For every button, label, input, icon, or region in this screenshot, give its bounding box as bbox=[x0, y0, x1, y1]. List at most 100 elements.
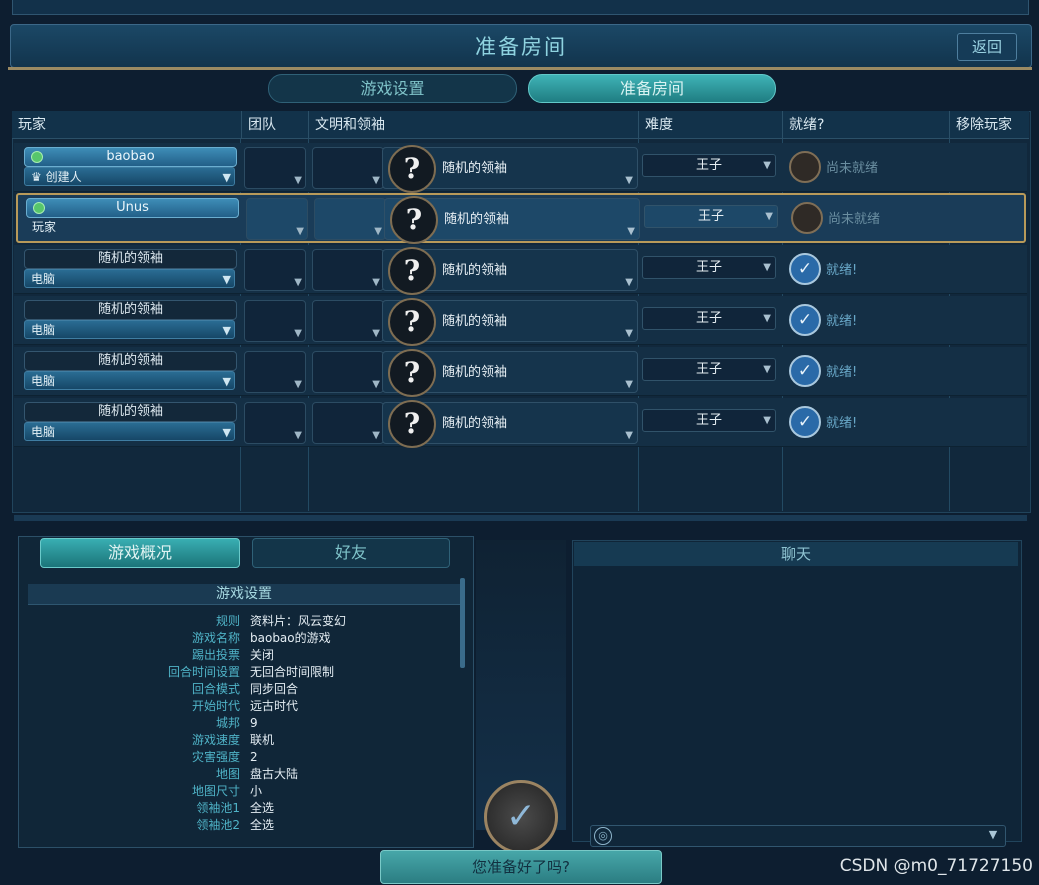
difficulty-dropdown[interactable]: 王子 ▼ bbox=[642, 409, 776, 432]
player-name: 随机的领袖 bbox=[24, 249, 237, 269]
page-title: 准备房间 bbox=[475, 35, 567, 59]
chat-input[interactable] bbox=[590, 825, 1006, 847]
civ-dropdown[interactable]: ▼ bbox=[312, 300, 384, 342]
tab-game-overview[interactable]: 游戏概况 bbox=[40, 538, 240, 568]
player-name: baobao bbox=[24, 147, 237, 167]
difficulty-dropdown[interactable]: 王子 ▼ bbox=[642, 307, 776, 330]
player-slot[interactable]: 随机的领袖 电脑 ▼ bbox=[24, 249, 237, 289]
watermark: CSDN @m0_71727150 bbox=[839, 856, 1033, 876]
player-role: 玩家 bbox=[32, 220, 57, 234]
team-dropdown[interactable]: ▼ bbox=[244, 300, 306, 342]
check-icon[interactable]: ✓ bbox=[789, 355, 821, 387]
player-row-self: Unus 玩家 ▼ ▼ ▼ ? 随机的领袖 王子 ▼ 尚未就绪 bbox=[16, 193, 1026, 244]
question-icon: ? bbox=[388, 349, 436, 397]
ready-prompt: 您准备好了吗? bbox=[380, 850, 662, 884]
chevron-down-icon: ▼ bbox=[763, 262, 771, 273]
difficulty-dropdown[interactable]: 王子 ▼ bbox=[642, 154, 776, 177]
chevron-down-icon: ▼ bbox=[222, 171, 231, 184]
player-type-dropdown[interactable]: 电脑 ▼ bbox=[24, 269, 235, 288]
chevron-down-icon: ▼ bbox=[372, 328, 380, 339]
header-difficulty: 难度 bbox=[639, 111, 783, 139]
ready-status: 就绪! bbox=[826, 365, 858, 380]
chevron-down-icon: ▼ bbox=[294, 430, 302, 441]
chevron-down-icon: ▼ bbox=[222, 375, 231, 388]
team-dropdown[interactable]: ▼ bbox=[246, 198, 308, 240]
chevron-down-icon: ▼ bbox=[372, 175, 380, 186]
tab-friends[interactable]: 好友 bbox=[252, 538, 450, 568]
chevron-down-icon: ▼ bbox=[763, 415, 771, 426]
team-dropdown[interactable]: ▼ bbox=[244, 147, 306, 189]
status-led-icon bbox=[33, 202, 45, 214]
chevron-down-icon: ▼ bbox=[372, 379, 380, 390]
player-type-dropdown[interactable]: 电脑 ▼ bbox=[24, 371, 235, 390]
ready-status: 尚未就绪 bbox=[826, 161, 879, 176]
check-icon[interactable]: ✓ bbox=[789, 304, 821, 336]
chat-panel bbox=[572, 540, 1022, 842]
player-row: 随机的领袖 电脑 ▼ ▼ ▼ ▼ ? 随机的领袖 王子 ▼ ✓ 就绪! bbox=[14, 245, 1027, 295]
setting-row: 游戏速度 联机 bbox=[191, 733, 275, 747]
ready-status: 尚未就绪 bbox=[828, 212, 881, 227]
team-dropdown[interactable]: ▼ bbox=[244, 351, 306, 393]
chevron-down-icon: ▼ bbox=[763, 160, 771, 171]
player-name: 随机的领袖 bbox=[24, 402, 237, 422]
civ-dropdown[interactable]: ▼ bbox=[314, 198, 386, 240]
chevron-down-icon: ▼ bbox=[296, 226, 304, 237]
chat-title: 聊天 bbox=[574, 542, 1018, 566]
player-slot[interactable]: baobao ♛ 创建人 ▼ bbox=[24, 147, 237, 187]
settings-scrollbar[interactable] bbox=[460, 578, 465, 668]
player-row: baobao ♛ 创建人 ▼ ▼ ▼ ▼ ? 随机的领袖 王子 ▼ 尚未就绪 bbox=[14, 143, 1027, 193]
leader-name: 随机的领袖 bbox=[442, 416, 508, 431]
player-name: 随机的领袖 bbox=[24, 351, 237, 371]
header-remove-player: 移除玩家 bbox=[950, 111, 1029, 139]
ready-toggle[interactable] bbox=[791, 202, 823, 234]
setting-row: 踢出投票 关闭 bbox=[191, 648, 275, 662]
chevron-down-icon: ▼ bbox=[763, 313, 771, 324]
chevron-down-icon: ▼ bbox=[294, 175, 302, 186]
setting-row: 地图尺寸小 bbox=[191, 784, 263, 798]
ready-status: 就绪! bbox=[826, 314, 858, 329]
player-type-dropdown[interactable]: 电脑 ▼ bbox=[24, 422, 235, 441]
leader-name: 随机的领袖 bbox=[442, 161, 508, 176]
setting-row: 城邦 9 bbox=[215, 716, 258, 730]
tab-staging-room[interactable]: 准备房间 bbox=[528, 74, 776, 103]
globe-icon[interactable]: ◎ bbox=[594, 827, 612, 845]
question-icon: ? bbox=[388, 400, 436, 448]
civ-dropdown[interactable]: ▼ bbox=[312, 351, 384, 393]
civ-dropdown[interactable]: ▼ bbox=[312, 249, 384, 291]
setting-row: 回合时间设置 无回合时间限制 bbox=[167, 665, 335, 679]
player-slot[interactable]: 随机的领袖 电脑 ▼ bbox=[24, 300, 237, 340]
setting-row: 领袖池1 全选 bbox=[196, 801, 275, 815]
player-slot[interactable]: 随机的领袖 电脑 ▼ bbox=[24, 351, 237, 391]
header-civ-leader: 文明和领袖 bbox=[309, 111, 639, 139]
chevron-down-icon: ▼ bbox=[294, 277, 302, 288]
check-icon[interactable]: ✓ bbox=[789, 406, 821, 438]
player-slot[interactable]: 随机的领袖 电脑 ▼ bbox=[24, 402, 237, 442]
difficulty-dropdown[interactable]: 王子 ▼ bbox=[642, 358, 776, 381]
chevron-down-icon: ▼ bbox=[372, 277, 380, 288]
chevron-down-icon: ▼ bbox=[625, 328, 633, 339]
setting-row: 游戏名称 baobao的游戏 bbox=[191, 631, 331, 645]
player-type-dropdown[interactable]: 电脑 ▼ bbox=[24, 320, 235, 339]
chevron-down-icon: ▼ bbox=[222, 426, 231, 439]
ready-button[interactable]: ✓ bbox=[484, 780, 558, 854]
difficulty-dropdown[interactable]: 王子 ▼ bbox=[642, 256, 776, 279]
tab-game-settings[interactable]: 游戏设置 bbox=[268, 74, 517, 103]
settings-title: 游戏设置 bbox=[28, 584, 460, 605]
team-dropdown[interactable]: ▼ bbox=[244, 402, 306, 444]
header-team: 团队 bbox=[242, 111, 309, 139]
team-dropdown[interactable]: ▼ bbox=[244, 249, 306, 291]
chevron-down-icon[interactable]: ▼ bbox=[984, 826, 1002, 844]
player-slot[interactable]: Unus 玩家 bbox=[26, 198, 239, 238]
difficulty-dropdown[interactable]: 王子 ▼ bbox=[644, 205, 778, 228]
section-divider bbox=[14, 515, 1027, 521]
player-role-dropdown[interactable]: ♛ 创建人 ▼ bbox=[24, 167, 235, 186]
header-ready: 就绪? bbox=[783, 111, 950, 139]
check-icon[interactable]: ✓ bbox=[789, 253, 821, 285]
back-button[interactable]: 返回 bbox=[957, 33, 1017, 61]
chevron-down-icon: ▼ bbox=[374, 226, 382, 237]
ready-toggle[interactable] bbox=[789, 151, 821, 183]
player-name: Unus bbox=[26, 198, 239, 218]
civ-dropdown[interactable]: ▼ bbox=[312, 147, 384, 189]
setting-row: 开始时代 远古时代 bbox=[191, 699, 299, 713]
civ-dropdown[interactable]: ▼ bbox=[312, 402, 384, 444]
